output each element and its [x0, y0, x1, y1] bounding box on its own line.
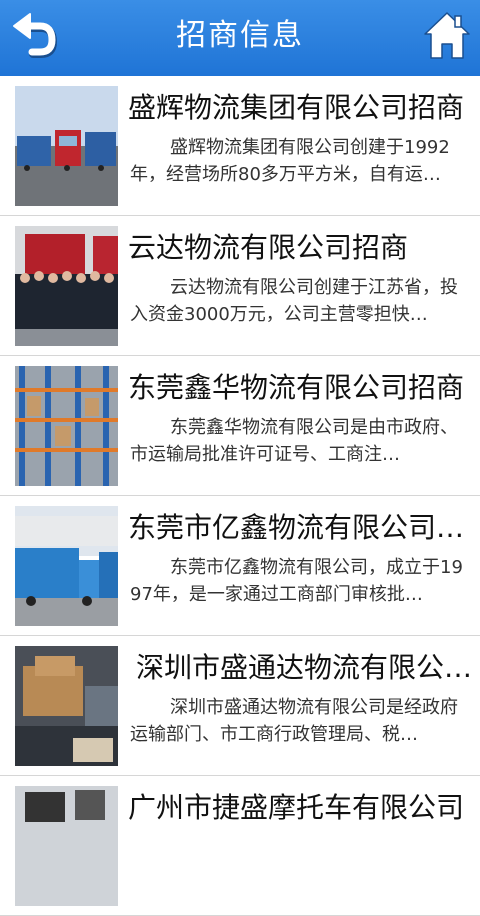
item-description: 东莞市亿鑫物流有限公司，成立于1997年，是一家通过工商部门审核批…: [130, 557, 463, 605]
item-description: 东莞鑫华物流有限公司是由市政府、市运输局批准许可证号、工商注…: [130, 417, 458, 465]
item-thumbnail: [15, 366, 118, 486]
item-thumbnail: [15, 86, 118, 206]
list-item[interactable]: 深圳市盛通达物流有限公… 深圳市盛通达物流有限公司是经政府运输部门、市工商行政管…: [0, 636, 480, 776]
item-description: 云达物流有限公司创建于江苏省，投入资金3000万元，公司主营零担快…: [130, 277, 458, 325]
list-item[interactable]: 东莞市亿鑫物流有限公司… 东莞市亿鑫物流有限公司，成立于1997年，是一家通过工…: [0, 496, 480, 636]
item-thumbnail: [15, 226, 118, 346]
item-description: [130, 834, 468, 888]
item-title: 广州市捷盛摩托车有限公司: [128, 791, 465, 824]
item-title: 盛辉物流集团有限公司招商: [128, 91, 465, 124]
item-title: 深圳市盛通达物流有限公…: [136, 651, 473, 684]
list-item[interactable]: 盛辉物流集团有限公司招商 盛辉物流集团有限公司创建于1992年，经营场所80多万…: [0, 76, 480, 216]
merchant-list: 盛辉物流集团有限公司招商 盛辉物流集团有限公司创建于1992年，经营场所80多万…: [0, 76, 480, 916]
page-title: 招商信息: [176, 18, 304, 53]
item-description: 深圳市盛通达物流有限公司是经政府运输部门、市工商行政管理局、税…: [130, 697, 458, 745]
item-thumbnail: [15, 646, 118, 766]
item-description: 盛辉物流集团有限公司创建于1992年，经营场所80多万平方米，自有运…: [130, 137, 450, 185]
item-title: 东莞市亿鑫物流有限公司…: [128, 511, 465, 544]
item-title: 东莞鑫华物流有限公司招商: [128, 371, 465, 404]
list-item[interactable]: 东莞鑫华物流有限公司招商 东莞鑫华物流有限公司是由市政府、市运输局批准许可证号、…: [0, 356, 480, 496]
list-item[interactable]: 广州市捷盛摩托车有限公司: [0, 776, 480, 916]
item-title: 云达物流有限公司招商: [128, 231, 409, 264]
item-thumbnail: [15, 786, 118, 906]
home-button[interactable]: [422, 10, 472, 62]
list-item[interactable]: 云达物流有限公司招商 云达物流有限公司创建于江苏省，投入资金3000万元，公司主…: [0, 216, 480, 356]
item-thumbnail: [15, 506, 118, 626]
app-header: 招商信息: [0, 0, 480, 77]
home-icon: [424, 12, 470, 59]
